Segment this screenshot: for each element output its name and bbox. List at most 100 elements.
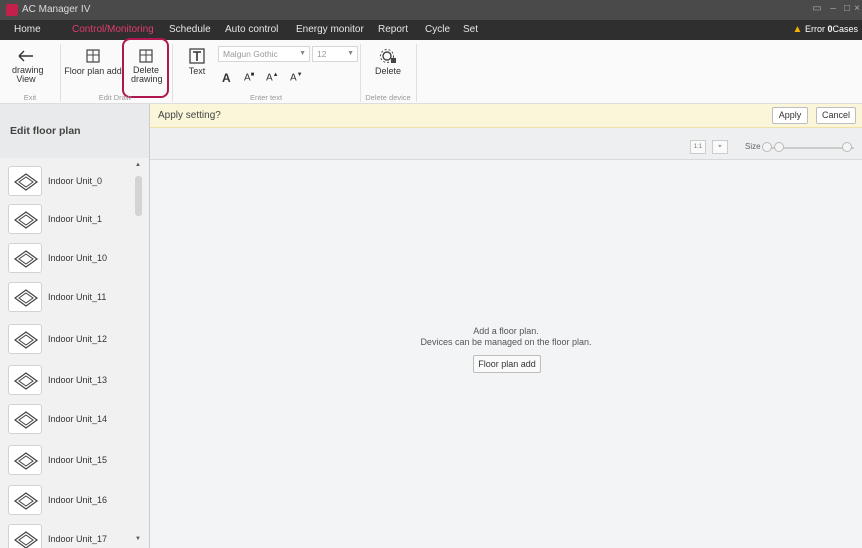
- indoor-unit-icon: [8, 404, 42, 434]
- menu-cycle[interactable]: Cycle: [425, 24, 450, 35]
- indoor-unit-icon: [8, 243, 42, 273]
- font-decrease-icon[interactable]: A▼: [290, 72, 303, 83]
- font-bold-icon[interactable]: A: [222, 71, 231, 85]
- indoor-unit-icon: [8, 485, 42, 515]
- list-item[interactable]: Indoor Unit_14: [8, 404, 133, 434]
- apply-setting-bar: Apply setting? Apply Cancel: [150, 104, 862, 128]
- floor-plan-canvas[interactable]: Add a floor plan. Devices can be managed…: [150, 160, 862, 548]
- left-panel-header: Edit floor plan: [0, 104, 150, 158]
- app-logo-icon: [6, 4, 18, 16]
- menu-schedule[interactable]: Schedule: [169, 24, 211, 35]
- indoor-unit-icon: [8, 524, 42, 548]
- menu-control-monitoring[interactable]: Control/Monitoring: [72, 24, 154, 35]
- floor-plan-icon: [86, 49, 100, 63]
- chevron-down-icon: ▼: [299, 50, 306, 57]
- list-item[interactable]: Indoor Unit_0: [8, 166, 133, 196]
- group-label-exit: Exit: [23, 93, 37, 102]
- menu-bar: Home Control/Monitoring Schedule Auto co…: [0, 20, 862, 40]
- error-suffix: Cases: [832, 24, 858, 34]
- minimize-icon[interactable]: –: [826, 3, 840, 14]
- text-icon: [189, 48, 205, 64]
- chevron-down-icon: ▼: [347, 50, 354, 57]
- empty-state-line1: Add a floor plan.: [473, 326, 539, 336]
- cancel-button[interactable]: Cancel: [816, 107, 856, 124]
- close-icon[interactable]: ×: [850, 3, 862, 14]
- group-label-edit-draw: Edit Draw: [98, 93, 132, 102]
- size-label: Size: [745, 142, 761, 151]
- size-slider-thumb[interactable]: [774, 142, 784, 152]
- device-name: Indoor Unit_13: [48, 375, 108, 385]
- group-label-enter-text: Enter text: [249, 93, 283, 102]
- scroll-up-icon[interactable]: ▲: [135, 162, 141, 168]
- device-name: Indoor Unit_17: [48, 534, 108, 544]
- size-slider-min-icon[interactable]: [762, 142, 772, 152]
- actual-size-icon[interactable]: 1:1: [690, 140, 706, 154]
- font-size-value: 12: [317, 49, 327, 59]
- error-indicator[interactable]: ▲ Error 0Cases: [793, 24, 858, 35]
- text-button[interactable]: Text: [182, 48, 212, 76]
- device-list-scrollbar[interactable]: ▲ ▼: [133, 162, 145, 548]
- menu-energy-monitor[interactable]: Energy monitor: [296, 24, 364, 35]
- device-name: Indoor Unit_16: [48, 495, 108, 505]
- gear-icon: [380, 49, 396, 63]
- empty-state-message: Add a floor plan. Devices can be managed…: [150, 326, 862, 348]
- window-title: AC Manager IV: [22, 4, 91, 15]
- font-increase-icon[interactable]: A▲: [266, 72, 279, 83]
- menu-auto-control[interactable]: Auto control: [225, 24, 278, 35]
- indoor-unit-icon: [8, 166, 42, 196]
- canvas-toolbar: 1:1 ⌖ Size: [150, 128, 862, 160]
- indoor-unit-icon: [8, 324, 42, 354]
- list-item[interactable]: Indoor Unit_15: [8, 445, 133, 475]
- device-list: Indoor Unit_0 Indoor Unit_1 Indoor Unit_…: [0, 158, 150, 548]
- list-item[interactable]: Indoor Unit_12: [8, 324, 133, 354]
- device-name: Indoor Unit_15: [48, 455, 108, 465]
- menu-report[interactable]: Report: [378, 24, 408, 35]
- list-item[interactable]: Indoor Unit_16: [8, 485, 133, 515]
- font-name-select[interactable]: Malgun Gothic ▼: [218, 46, 310, 62]
- restore-icon[interactable]: ▭: [810, 3, 824, 14]
- title-bar: AC Manager IV ▭ – □ ×: [0, 0, 862, 20]
- font-color-icon[interactable]: A■: [244, 72, 254, 83]
- size-slider-max-icon[interactable]: [842, 142, 852, 152]
- drawing-view-button[interactable]: drawing View: [8, 48, 44, 84]
- highlight-ring: [122, 38, 169, 98]
- apply-setting-message: Apply setting?: [158, 110, 221, 121]
- edit-floor-plan-title: Edit floor plan: [10, 125, 81, 137]
- fit-screen-icon[interactable]: ⌖: [712, 140, 728, 154]
- menu-home[interactable]: Home: [14, 24, 41, 35]
- list-item[interactable]: Indoor Unit_13: [8, 365, 133, 395]
- indoor-unit-icon: [8, 204, 42, 234]
- indoor-unit-icon: [8, 282, 42, 312]
- group-label-delete-device: Delete device: [365, 93, 411, 102]
- list-item[interactable]: Indoor Unit_17: [8, 524, 133, 548]
- device-name: Indoor Unit_11: [48, 292, 107, 302]
- floor-plan-add-button[interactable]: Floor plan add: [64, 48, 122, 76]
- delete-device-button[interactable]: Delete: [368, 48, 408, 76]
- font-name-value: Malgun Gothic: [223, 49, 278, 59]
- scroll-thumb[interactable]: [135, 176, 142, 216]
- device-name: Indoor Unit_0: [48, 176, 103, 186]
- indoor-unit-icon: [8, 365, 42, 395]
- font-size-select[interactable]: 12 ▼: [312, 46, 358, 62]
- list-item[interactable]: Indoor Unit_11: [8, 282, 133, 312]
- delete-device-label: Delete: [374, 66, 401, 76]
- apply-button[interactable]: Apply: [772, 107, 808, 124]
- indoor-unit-icon: [8, 445, 42, 475]
- device-name: Indoor Unit_12: [48, 334, 108, 344]
- text-label: Text: [188, 66, 206, 76]
- scroll-down-icon[interactable]: ▼: [135, 536, 141, 542]
- device-name: Indoor Unit_10: [48, 253, 108, 263]
- back-arrow-icon: [18, 50, 33, 62]
- error-label: Error: [804, 24, 825, 34]
- list-item[interactable]: Indoor Unit_1: [8, 204, 133, 234]
- empty-state-line2: Devices can be managed on the floor plan…: [420, 337, 592, 347]
- drawing-view-label: drawing View: [12, 65, 44, 84]
- floor-plan-add-canvas-button[interactable]: Floor plan add: [473, 355, 541, 373]
- group-separator: [416, 44, 417, 102]
- device-name: Indoor Unit_14: [48, 414, 108, 424]
- ribbon: drawing View Exit Floor plan add Delete …: [0, 38, 862, 104]
- list-item[interactable]: Indoor Unit_10: [8, 243, 133, 273]
- warning-icon: ▲: [792, 24, 803, 35]
- floor-plan-add-label: Floor plan add: [64, 66, 122, 76]
- menu-set[interactable]: Set: [463, 24, 478, 35]
